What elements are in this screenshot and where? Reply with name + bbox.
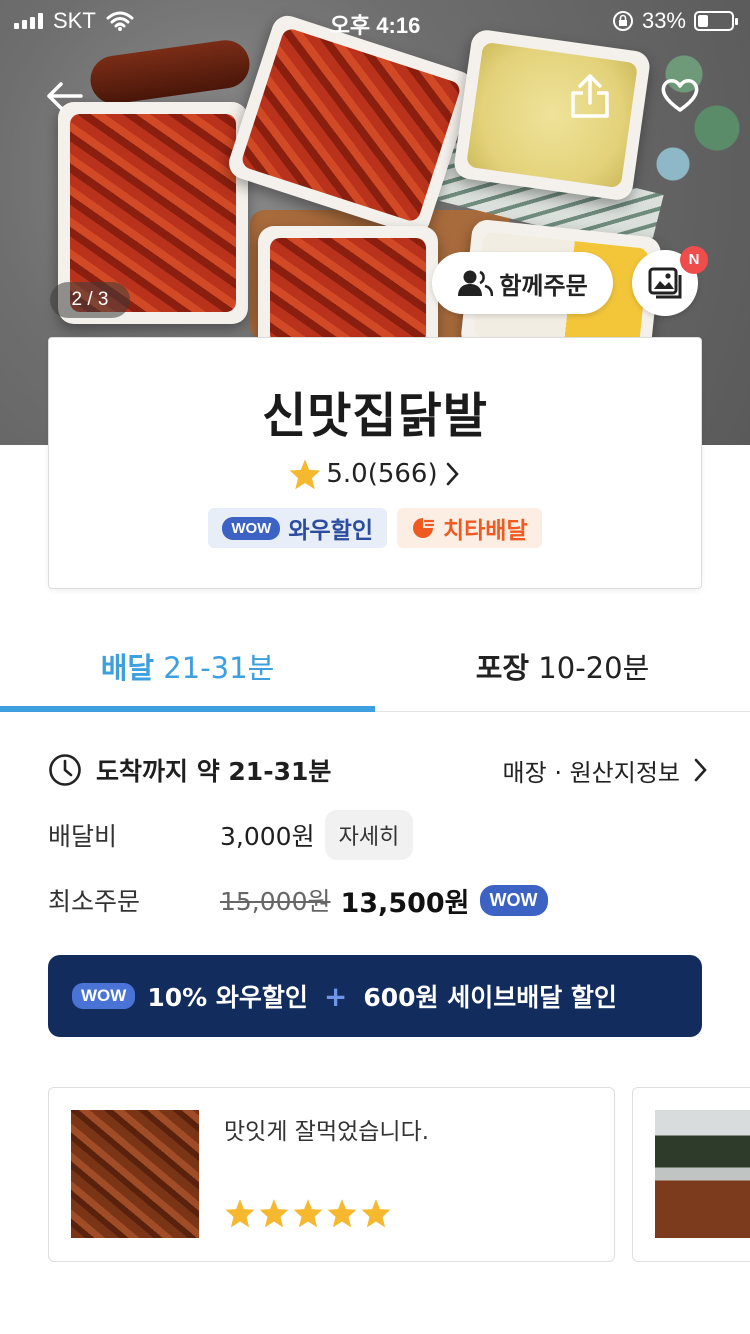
wow-discount-label: 와우할인 — [288, 518, 373, 544]
people-icon — [458, 270, 494, 297]
review-text: 맛잇게 잘먹었습니다. — [224, 1119, 430, 1145]
min-order-discounted: 13,500원 — [340, 887, 470, 919]
food-tray — [452, 28, 652, 202]
tab-delivery[interactable]: 배달 21-31분 — [0, 612, 375, 711]
new-badge: N — [680, 246, 708, 274]
wow-logo: WOW — [479, 884, 548, 916]
review-card[interactable] — [632, 1087, 750, 1262]
cheetah-icon — [412, 518, 435, 538]
min-order-label: 최소주문 — [48, 887, 141, 916]
chevron-right-icon — [694, 758, 707, 782]
share-button[interactable] — [566, 70, 614, 122]
delivery-fee-label: 배달비 — [48, 822, 118, 851]
cheetah-delivery-badge: 치타배달 — [396, 508, 542, 548]
image-counter: 2 / 3 — [50, 282, 130, 318]
heart-icon — [661, 79, 699, 112]
review-photo — [71, 1110, 199, 1238]
battery-icon — [694, 11, 738, 31]
active-tab-indicator — [0, 706, 375, 712]
star-icon — [327, 1199, 357, 1228]
store-card: 신맛집닭발 5.0(566) WOW 와우할인 치타배달 — [48, 337, 702, 589]
star-icon — [293, 1199, 323, 1228]
wow-logo: WOW — [72, 983, 136, 1009]
tab-pickup-time: 10-20분 — [529, 651, 650, 685]
wow-logo: WOW — [222, 516, 281, 540]
arrival-time: 도착까지 약 21-31분 — [96, 757, 332, 786]
favorite-button[interactable] — [656, 72, 704, 118]
wow-discount-badge: WOW 와우할인 — [208, 508, 387, 548]
tab-pickup[interactable]: 포장 10-20분 — [375, 612, 750, 711]
delivery-fee-row: 배달비 3,000원 자세히 — [48, 810, 708, 860]
order-type-tabs: 배달 21-31분 포장 10-20분 — [0, 612, 750, 712]
min-order-original: 15,000원 — [220, 887, 331, 916]
review-photo — [655, 1110, 750, 1238]
rating-link[interactable]: 5.0(566) — [49, 458, 701, 490]
status-bar: SKT 오후 4:16 33% — [0, 0, 750, 40]
tab-delivery-time: 21-31분 — [154, 651, 275, 685]
star-icon — [361, 1199, 391, 1228]
chevron-right-icon — [446, 462, 459, 486]
tab-pickup-label: 포장 — [475, 651, 530, 685]
clock-icon — [49, 754, 81, 786]
share-icon — [571, 74, 609, 118]
store-name: 신맛집닭발 — [262, 388, 488, 444]
delivery-fee-value: 3,000원 — [220, 822, 315, 851]
food-tray — [224, 11, 478, 239]
back-arrow-icon — [47, 82, 83, 110]
tab-delivery-label: 배달 — [100, 651, 155, 685]
cheetah-delivery-label: 치타배달 — [442, 518, 528, 544]
wow-promo-banner[interactable]: WOW 10% 와우할인 + 600원 세이브배달 할인 — [48, 955, 702, 1037]
pepper-grinder — [87, 37, 253, 107]
rating-value: 5.0(566) — [326, 459, 438, 489]
photo-gallery-icon — [648, 267, 682, 299]
review-stars — [224, 1198, 392, 1228]
orientation-lock-icon — [612, 11, 633, 31]
promo-save-delivery: 600원 세이브배달 할인 — [363, 983, 617, 1012]
plus-icon: + — [323, 979, 348, 1013]
star-icon — [225, 1199, 255, 1228]
store-info-label: 매장 · 원산지정보 — [502, 758, 680, 787]
star-icon — [259, 1199, 289, 1228]
review-card[interactable]: 맛잇게 잘먹었습니다. — [48, 1087, 615, 1262]
min-order-row: 최소주문 15,000원 13,500원 WOW — [48, 875, 708, 925]
arrival-row: 도착까지 약 21-31분 매장 · 원산지정보 — [48, 750, 708, 790]
group-order-label: 함께주문 — [499, 271, 588, 300]
store-info-link[interactable]: 매장 · 원산지정보 — [503, 753, 708, 788]
group-order-button[interactable]: 함께주문 — [432, 252, 613, 314]
delivery-fee-detail-button[interactable]: 자세히 — [324, 810, 414, 860]
star-icon — [290, 459, 321, 490]
battery-percent: 33% — [641, 8, 686, 33]
back-button[interactable] — [40, 74, 88, 118]
promo-wow-discount: 10% 와우할인 — [147, 983, 308, 1012]
